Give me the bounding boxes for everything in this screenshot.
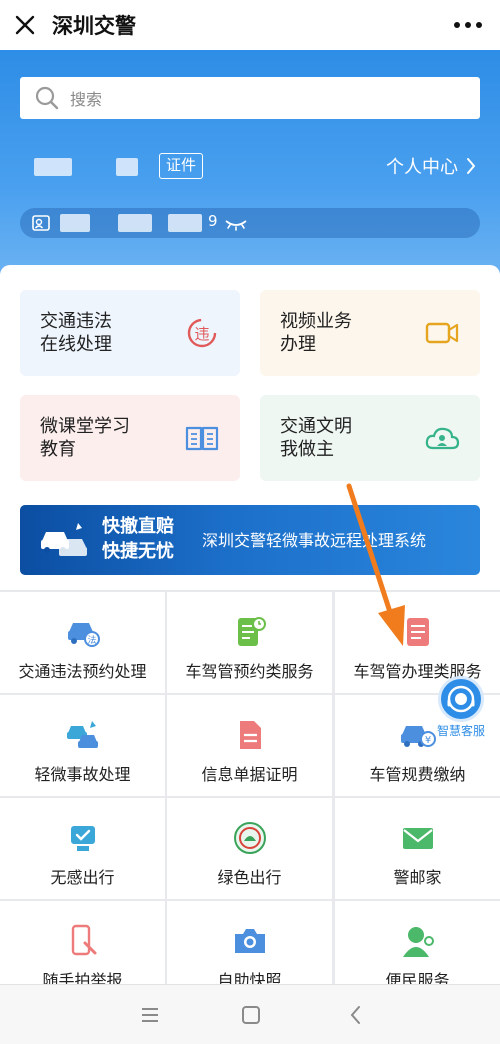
search-icon bbox=[35, 86, 59, 110]
profile-row: 证件 个人中心 bbox=[20, 150, 480, 182]
id-badge[interactable]: 证件 bbox=[159, 153, 204, 179]
svg-text:法: 法 bbox=[87, 634, 96, 646]
back-icon[interactable] bbox=[344, 1003, 368, 1027]
certificate-icon bbox=[239, 721, 261, 749]
more-icon bbox=[454, 22, 482, 28]
search-placeholder: 搜索 bbox=[70, 90, 103, 109]
grid-item-label: 信息单据证明 bbox=[201, 765, 298, 784]
page-title: 深圳交警 bbox=[52, 14, 136, 38]
tile-micro-class[interactable]: 微课堂学习 教育 bbox=[20, 395, 240, 481]
grid-item-label: 无感出行 bbox=[50, 868, 115, 887]
masked-name bbox=[34, 158, 72, 176]
open-book-icon bbox=[185, 426, 219, 451]
grid-item-vehicle-appointment[interactable]: 车驾管预约类服务 bbox=[167, 592, 332, 693]
grid-item-green-travel[interactable]: 绿色出行 bbox=[167, 798, 332, 899]
close-button[interactable] bbox=[0, 0, 50, 50]
grid-item-police-mail[interactable]: 警邮家 bbox=[335, 798, 500, 899]
system-nav-bar bbox=[0, 984, 500, 1044]
grid-item-label: 车管规费缴纳 bbox=[369, 765, 466, 784]
tile-traffic-civility[interactable]: 交通文明 我做主 bbox=[260, 395, 480, 481]
video-camera-icon bbox=[425, 322, 459, 344]
masked-name bbox=[116, 158, 138, 176]
banner-main-text: 快撤直赔 快捷无忧 bbox=[102, 516, 174, 562]
tile-video-business[interactable]: 视频业务 办理 bbox=[260, 290, 480, 376]
car-violation-icon: 法 bbox=[67, 623, 100, 647]
service-grid: 法 交通违法预约处理 车驾管预约类服务 车驾管办理类服务 轻微事故处理 信息单据… bbox=[0, 590, 500, 1002]
search-input[interactable]: 搜索 bbox=[20, 77, 480, 119]
tile-label: 视频业务 办理 bbox=[280, 311, 352, 355]
grid-item-violation-appointment[interactable]: 法 交通违法预约处理 bbox=[0, 592, 165, 693]
grid-item-info-certificate[interactable]: 信息单据证明 bbox=[167, 695, 332, 796]
masked-plate bbox=[60, 214, 90, 232]
appointment-doc-icon bbox=[237, 617, 266, 646]
tile-label: 微课堂学习 教育 bbox=[40, 416, 130, 460]
header-area: 搜索 证件 个人中心 9 bbox=[0, 50, 500, 280]
green-travel-icon bbox=[233, 822, 266, 854]
top-bar: 深圳交警 bbox=[0, 0, 500, 50]
masked-plate bbox=[118, 214, 152, 232]
smart-service-button[interactable]: 智慧客服 bbox=[434, 676, 490, 744]
contactless-icon bbox=[70, 826, 95, 851]
smart-service-circle bbox=[438, 676, 484, 722]
chevron-right-icon bbox=[467, 158, 475, 174]
svg-text:违: 违 bbox=[194, 325, 209, 343]
eye-closed-icon[interactable] bbox=[224, 214, 248, 232]
tile-violation-online[interactable]: 交通违法 在线处理 违 bbox=[20, 290, 240, 376]
camera-icon bbox=[234, 929, 265, 953]
tile-label: 交通违法 在线处理 bbox=[40, 311, 112, 355]
license-plate-bar[interactable]: 9 bbox=[20, 208, 480, 238]
plate-visible-char: 9 bbox=[208, 212, 218, 230]
cloud-user-icon bbox=[425, 427, 460, 450]
mail-icon bbox=[402, 828, 433, 849]
customer-service-icon bbox=[402, 927, 434, 957]
headset-icon bbox=[447, 685, 475, 713]
cars-collision-icon bbox=[41, 523, 87, 556]
id-card-icon bbox=[32, 215, 50, 231]
document-icon bbox=[406, 618, 429, 646]
masked-plate bbox=[168, 214, 202, 232]
grid-item-label: 交通违法预约处理 bbox=[18, 662, 147, 681]
car-accident-icon bbox=[66, 721, 98, 748]
banner-sub-text: 深圳交警轻微事故远程处理系统 bbox=[202, 531, 427, 550]
menu-icon[interactable] bbox=[138, 1003, 162, 1027]
grid-item-minor-accident[interactable]: 轻微事故处理 bbox=[0, 695, 165, 796]
violation-icon: 违 bbox=[187, 318, 217, 348]
smart-service-label: 智慧客服 bbox=[436, 724, 485, 738]
home-icon[interactable] bbox=[239, 1003, 263, 1027]
close-icon bbox=[15, 15, 35, 35]
service-card: 交通违法 在线处理 违 视频业务 办理 微课堂学习 教育 交通文明 我做主 快撤… bbox=[0, 265, 500, 595]
grid-item-label: 警邮家 bbox=[393, 868, 442, 887]
grid-item-label: 车驾管预约类服务 bbox=[185, 662, 314, 681]
grid-item-contactless[interactable]: 无感出行 bbox=[0, 798, 165, 899]
more-button[interactable] bbox=[450, 12, 486, 38]
grid-item-label: 轻微事故处理 bbox=[34, 765, 131, 784]
grid-item-label: 绿色出行 bbox=[217, 868, 282, 887]
accident-banner[interactable]: 快撤直赔 快捷无忧 深圳交警轻微事故远程处理系统 bbox=[20, 505, 480, 575]
phone-report-icon bbox=[71, 924, 96, 956]
personal-center-label: 个人中心 bbox=[386, 157, 458, 178]
tile-label: 交通文明 我做主 bbox=[280, 416, 352, 460]
personal-center-link[interactable]: 个人中心 bbox=[386, 153, 476, 179]
